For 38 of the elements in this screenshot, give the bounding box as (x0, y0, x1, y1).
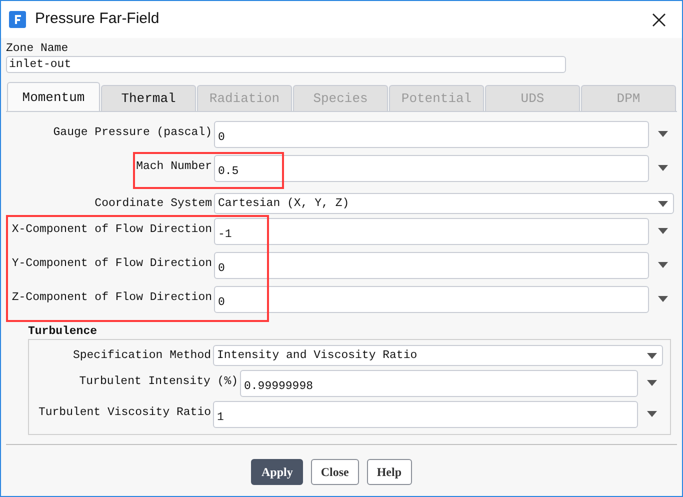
dropdown-arrow-icon[interactable] (658, 165, 668, 172)
field-label: Z-Component of Flow Direction (10, 290, 213, 306)
input-field[interactable]: -1 (214, 218, 649, 246)
dropdown-field[interactable]: Intensity and Viscosity Ratio (213, 345, 663, 366)
apply-button[interactable]: Apply (251, 459, 303, 486)
dropdown-arrow-icon[interactable] (658, 262, 668, 268)
dropdown-arrow-icon[interactable] (658, 228, 668, 234)
close-icon[interactable] (652, 12, 666, 26)
app-logo-icon (9, 11, 26, 28)
input-field[interactable]: 0 (214, 252, 649, 280)
section-title: Turbulence (28, 325, 98, 340)
field-label: Turbulent Intensity (%) (78, 374, 239, 390)
dropdown-arrow-icon[interactable] (647, 352, 657, 359)
input-field[interactable]: 0 (214, 121, 649, 148)
field-label: Turbulent Viscosity Ratio (37, 405, 212, 422)
dropdown-arrow-icon[interactable] (647, 411, 657, 418)
dialog-button[interactable]: Close (310, 459, 359, 486)
tab[interactable]: Momentum (7, 82, 100, 112)
dropdown-arrow-icon[interactable] (658, 200, 668, 207)
field-label: Y-Component of Flow Direction (10, 256, 213, 272)
field-label: Coordinate System (94, 196, 213, 212)
input-field[interactable]: 1 (213, 401, 638, 428)
window-title: Pressure Far-Field (35, 9, 160, 30)
field-label: X-Component of Flow Direction (10, 222, 213, 238)
dropdown-arrow-icon[interactable] (658, 131, 668, 138)
input-field[interactable]: 0.99999998 (240, 370, 638, 398)
field-label: Zone Name (6, 42, 70, 56)
field-label: Gauge Pressure (pascal) (52, 125, 213, 142)
input-field[interactable]: 0.5 (214, 155, 649, 182)
field-label: Specification Method (72, 348, 212, 364)
field-label: Mach Number (135, 159, 213, 176)
dropdown-field[interactable]: Cartesian (X, Y, Z) (214, 193, 674, 214)
tab[interactable]: Thermal (101, 85, 196, 112)
input-field[interactable]: 0 (214, 286, 649, 314)
dropdown-arrow-icon[interactable] (647, 380, 657, 386)
dialog-button[interactable]: Help (366, 459, 412, 486)
dropdown-arrow-icon[interactable] (658, 296, 668, 302)
zone-name-field[interactable]: inlet-out (6, 56, 566, 74)
